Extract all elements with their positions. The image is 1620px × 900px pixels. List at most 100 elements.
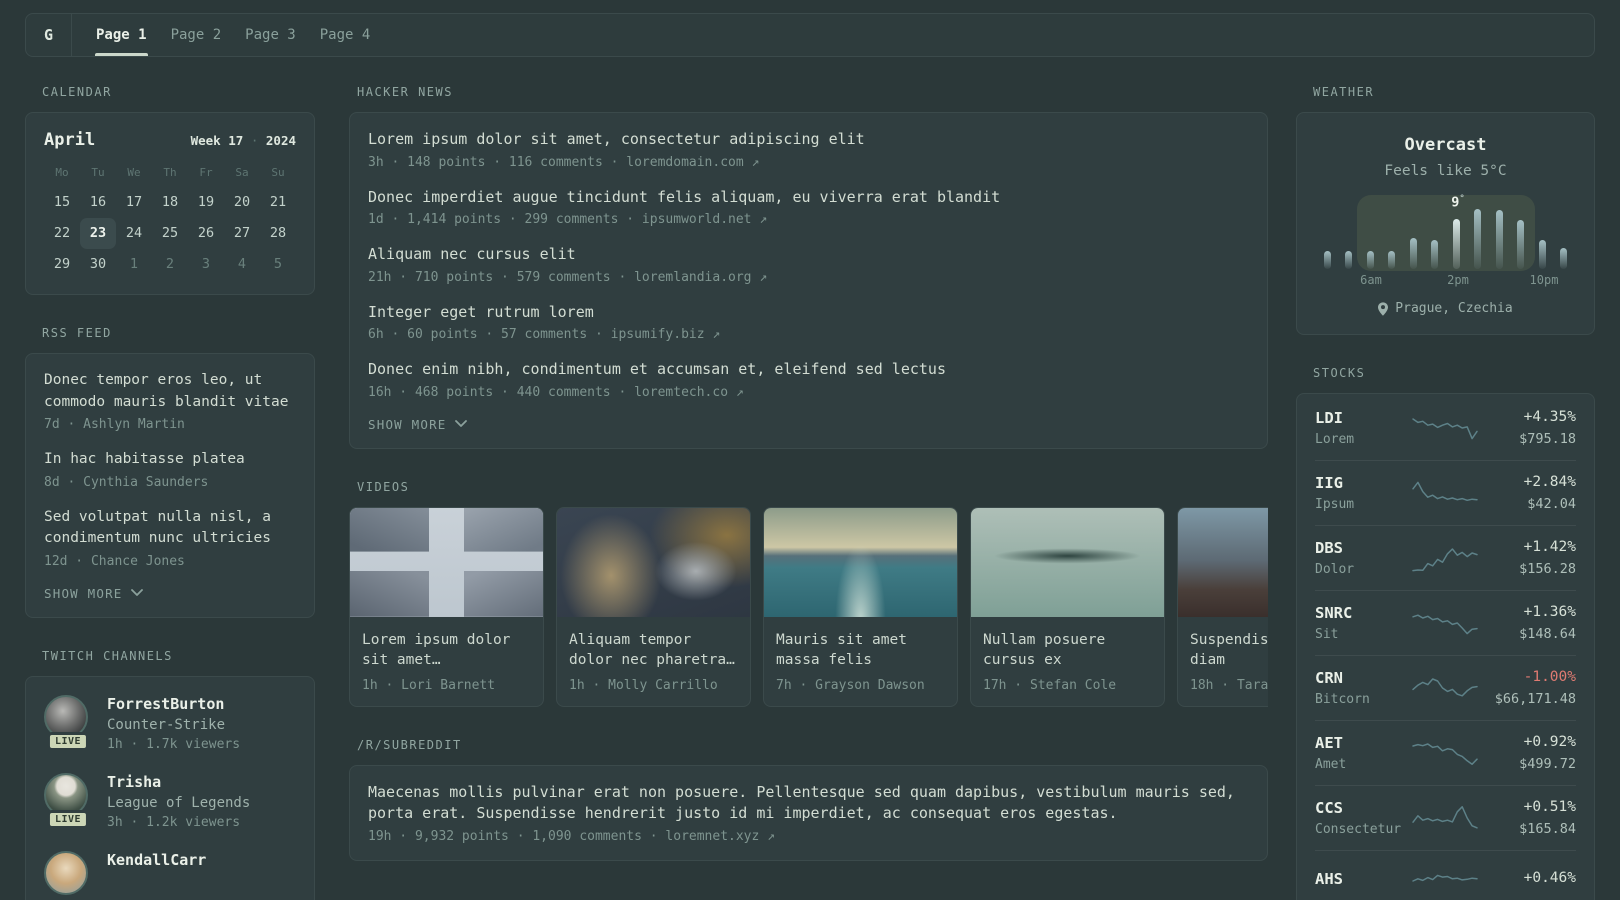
calendar-dow: Mo (55, 166, 69, 179)
stock-change: +0.92% (1523, 734, 1576, 750)
rss-item-meta: 8d · Cynthia Saunders (44, 474, 209, 490)
video-meta: 18h · Tara (1190, 677, 1268, 693)
hn-item-title[interactable]: Donec enim nibh, condimentum et accumsan… (368, 359, 1249, 381)
weather-bar (1559, 248, 1567, 269)
weather-widget: Overcast Feels like 5°C 9° 6am 2pm 10pm … (1296, 112, 1595, 335)
video-title[interactable]: Mauris sit amet massa felis (776, 630, 947, 671)
rss-item-title[interactable]: Donec tempor eros leo, ut commodo mauris… (44, 370, 296, 413)
twitch-channel-name[interactable]: KendallCarr (107, 851, 206, 869)
video-card[interactable]: Mauris sit amet massa felis 7h · Grayson… (763, 506, 958, 707)
reddit-post-title[interactable]: Maecenas mollis pulvinar erat non posuer… (368, 782, 1249, 825)
stock-row[interactable]: SNRC Sit +1.36% $148.64 (1297, 591, 1594, 655)
video-meta: 17h · Stefan Cole (983, 677, 1117, 693)
stock-price: $499.72 (1519, 756, 1576, 772)
hn-show-more-button[interactable]: SHOW MORE (368, 417, 1249, 432)
video-title[interactable]: Aliquam tempor dolor nec pharetra… (569, 630, 740, 671)
weather-bar (1345, 251, 1353, 269)
stock-change: -1.00% (1523, 669, 1576, 685)
weather-bar (1452, 219, 1460, 269)
video-card[interactable]: Lorem ipsum dolor sit amet consectetu… 1… (349, 506, 544, 707)
stock-price: $42.04 (1527, 496, 1576, 512)
stock-right: +0.51% $165.84 (1477, 799, 1576, 837)
calendar-day: 22 (53, 225, 71, 241)
video-card[interactable]: Nullam posuere cursus ex 17h · Stefan Co… (970, 506, 1165, 707)
video-card[interactable]: Suspendisse diam 18h · Tara (1177, 506, 1268, 707)
page-tabs: Page 1 Page 2 Page 3 Page 4 (84, 14, 382, 56)
stock-row[interactable]: DBS Dolor +1.42% $156.28 (1297, 526, 1594, 590)
stock-row[interactable]: AET Amet +0.92% $499.72 (1297, 721, 1594, 785)
twitch-channel-meta: 3h · 1.2k viewers (107, 814, 241, 830)
twitch-avatar-wrap: LIVE (44, 694, 92, 751)
stock-symbol: CRN (1315, 669, 1343, 687)
weather-condition: Overcast (1404, 135, 1487, 155)
left-column: CALENDAR April Week 17 · 2024 Mo Tu We T… (25, 85, 315, 900)
hn-item-title[interactable]: Aliquam nec cursus elit (368, 244, 1249, 266)
video-thumbnail (557, 507, 750, 617)
video-thumbnail (1178, 507, 1268, 617)
twitch-channel-name[interactable]: Trisha (107, 773, 250, 791)
tab-page-4[interactable]: Page 4 (308, 14, 383, 56)
stock-row[interactable]: AHS +0.46% (1297, 851, 1594, 900)
columns: CALENDAR April Week 17 · 2024 Mo Tu We T… (25, 85, 1595, 900)
calendar-day: 18 (161, 194, 179, 210)
hn-item-meta: 21h · 710 points · 579 comments · loreml… (368, 269, 768, 285)
twitch-channel-info: KendallCarr (107, 851, 206, 899)
tab-page-1[interactable]: Page 1 (84, 14, 159, 56)
stock-left: AET Amet (1315, 734, 1413, 772)
stock-sparkline (1412, 743, 1478, 765)
hn-item-title[interactable]: Integer eget rutrum lorem (368, 302, 1249, 324)
stock-row[interactable]: CRN Bitcorn -1.00% $66,171.48 (1297, 656, 1594, 720)
stock-row[interactable]: LDI Lorem +4.35% $795.18 (1297, 396, 1594, 460)
weather-location-text: Prague, Czechia (1395, 301, 1513, 316)
video-title[interactable]: Nullam posuere cursus ex (983, 630, 1154, 671)
stock-left: LDI Lorem (1315, 409, 1413, 447)
chevron-down-icon (130, 589, 143, 597)
weather-bars (1324, 209, 1567, 269)
stock-row[interactable]: IIG Ipsum +2.84% $42.04 (1297, 461, 1594, 525)
stock-row[interactable]: CCS Consectetur +0.51% $165.84 (1297, 786, 1594, 850)
time-label: 2pm (1447, 273, 1469, 287)
calendar-day: 21 (269, 194, 287, 210)
hn-item-title[interactable]: Lorem ipsum dolor sit amet, consectetur … (368, 129, 1249, 151)
video-title[interactable]: Lorem ipsum dolor sit amet consectetu… (362, 630, 533, 671)
calendar-dow: Fr (199, 166, 213, 179)
calendar-day: 20 (233, 194, 251, 210)
stock-symbol: SNRC (1315, 604, 1353, 622)
rss-item-title[interactable]: Sed volutpat nulla nisl, a condimentum n… (44, 507, 296, 550)
hn-item-title[interactable]: Donec imperdiet augue tincidunt felis al… (368, 187, 1249, 209)
twitch-channel-row[interactable]: LIVE ForrestBurton Counter-Strike 1h · 1… (44, 694, 296, 752)
video-body: Suspendisse diam 18h · Tara (1178, 617, 1268, 706)
tab-page-2[interactable]: Page 2 (159, 14, 234, 56)
calendar-day: 27 (233, 225, 251, 241)
calendar-dow: Su (271, 166, 285, 179)
weather-bar (1431, 240, 1439, 269)
stock-right: +0.46% (1477, 870, 1576, 892)
video-card[interactable]: Aliquam tempor dolor nec pharetra… 1h · … (556, 506, 751, 707)
calendar-dow: Sa (235, 166, 249, 179)
twitch-channel-row[interactable]: KendallCarr (44, 850, 296, 899)
calendar-day: 30 (89, 256, 107, 272)
video-title[interactable]: Suspendisse diam (1190, 630, 1268, 671)
app-logo[interactable]: G (26, 14, 72, 56)
rss-item-meta: 12d · Chance Jones (44, 553, 185, 569)
stock-symbol: AET (1315, 734, 1343, 752)
hacker-news-heading: HACKER NEWS (357, 85, 453, 99)
avatar (44, 850, 88, 895)
rss-item: In hac habitasse platea 8d · Cynthia Sau… (44, 449, 296, 490)
weather-heading: WEATHER (1313, 85, 1375, 99)
stock-change: +1.42% (1523, 539, 1576, 555)
reddit-post-meta: 19h · 9,932 points · 1,090 comments · lo… (368, 828, 775, 844)
rss-show-more-button[interactable]: SHOW MORE (44, 586, 296, 601)
weather-bar (1409, 238, 1417, 269)
twitch-channel-row[interactable]: LIVE Trisha League of Legends 3h · 1.2k … (44, 772, 296, 830)
weather-chart: 9° 6am 2pm 10pm (1317, 194, 1574, 287)
rss-item-title[interactable]: In hac habitasse platea (44, 449, 296, 471)
stock-left: CCS Consectetur (1315, 799, 1413, 837)
stock-symbol: LDI (1315, 409, 1343, 427)
subreddit-widget: Maecenas mollis pulvinar erat non posuer… (349, 764, 1268, 861)
twitch-channel-name[interactable]: ForrestBurton (107, 695, 240, 713)
calendar-day-next-month: 2 (165, 256, 175, 272)
hn-item-meta: 16h · 468 points · 440 comments · loremt… (368, 384, 744, 400)
calendar-header: April Week 17 · 2024 (44, 130, 296, 150)
tab-page-3[interactable]: Page 3 (233, 14, 308, 56)
